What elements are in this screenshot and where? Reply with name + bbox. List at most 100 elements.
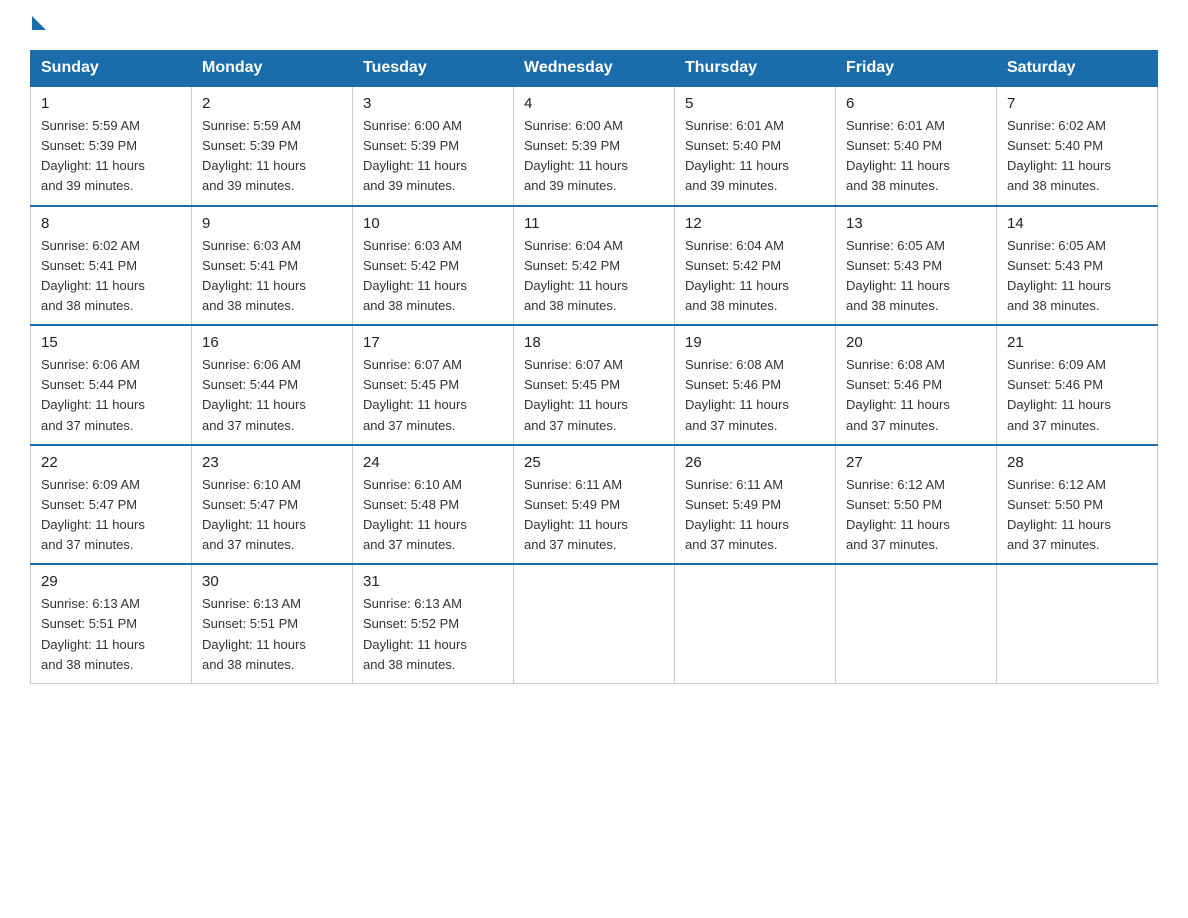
day-info: Sunrise: 6:10 AM Sunset: 5:48 PM Dayligh… bbox=[363, 475, 503, 556]
day-number: 5 bbox=[685, 95, 825, 112]
day-number: 3 bbox=[363, 95, 503, 112]
day-info: Sunrise: 6:13 AM Sunset: 5:51 PM Dayligh… bbox=[202, 594, 342, 675]
calendar-cell: 7 Sunrise: 6:02 AM Sunset: 5:40 PM Dayli… bbox=[997, 86, 1158, 206]
day-info: Sunrise: 6:12 AM Sunset: 5:50 PM Dayligh… bbox=[1007, 475, 1147, 556]
calendar-cell bbox=[514, 564, 675, 683]
day-number: 29 bbox=[41, 573, 181, 590]
day-number: 9 bbox=[202, 215, 342, 232]
calendar-cell: 27 Sunrise: 6:12 AM Sunset: 5:50 PM Dayl… bbox=[836, 445, 997, 565]
day-info: Sunrise: 6:06 AM Sunset: 5:44 PM Dayligh… bbox=[41, 355, 181, 436]
day-info: Sunrise: 6:09 AM Sunset: 5:47 PM Dayligh… bbox=[41, 475, 181, 556]
day-number: 18 bbox=[524, 334, 664, 351]
day-number: 15 bbox=[41, 334, 181, 351]
calendar-cell: 18 Sunrise: 6:07 AM Sunset: 5:45 PM Dayl… bbox=[514, 325, 675, 445]
day-info: Sunrise: 6:00 AM Sunset: 5:39 PM Dayligh… bbox=[524, 116, 664, 197]
calendar-cell bbox=[675, 564, 836, 683]
day-number: 17 bbox=[363, 334, 503, 351]
day-number: 30 bbox=[202, 573, 342, 590]
day-number: 26 bbox=[685, 454, 825, 471]
calendar-cell: 25 Sunrise: 6:11 AM Sunset: 5:49 PM Dayl… bbox=[514, 445, 675, 565]
day-number: 23 bbox=[202, 454, 342, 471]
calendar-cell: 3 Sunrise: 6:00 AM Sunset: 5:39 PM Dayli… bbox=[353, 86, 514, 206]
day-number: 7 bbox=[1007, 95, 1147, 112]
calendar-cell bbox=[836, 564, 997, 683]
day-number: 21 bbox=[1007, 334, 1147, 351]
day-info: Sunrise: 6:04 AM Sunset: 5:42 PM Dayligh… bbox=[685, 236, 825, 317]
calendar-cell: 13 Sunrise: 6:05 AM Sunset: 5:43 PM Dayl… bbox=[836, 206, 997, 326]
day-info: Sunrise: 6:08 AM Sunset: 5:46 PM Dayligh… bbox=[685, 355, 825, 436]
weekday-header-sunday: Sunday bbox=[31, 51, 192, 87]
day-number: 2 bbox=[202, 95, 342, 112]
calendar-cell: 31 Sunrise: 6:13 AM Sunset: 5:52 PM Dayl… bbox=[353, 564, 514, 683]
weekday-header-wednesday: Wednesday bbox=[514, 51, 675, 87]
day-number: 16 bbox=[202, 334, 342, 351]
weekday-header-thursday: Thursday bbox=[675, 51, 836, 87]
day-info: Sunrise: 6:07 AM Sunset: 5:45 PM Dayligh… bbox=[363, 355, 503, 436]
day-info: Sunrise: 6:00 AM Sunset: 5:39 PM Dayligh… bbox=[363, 116, 503, 197]
day-number: 25 bbox=[524, 454, 664, 471]
calendar-cell: 5 Sunrise: 6:01 AM Sunset: 5:40 PM Dayli… bbox=[675, 86, 836, 206]
day-info: Sunrise: 6:02 AM Sunset: 5:40 PM Dayligh… bbox=[1007, 116, 1147, 197]
calendar-week-row: 8 Sunrise: 6:02 AM Sunset: 5:41 PM Dayli… bbox=[31, 206, 1158, 326]
calendar-cell: 1 Sunrise: 5:59 AM Sunset: 5:39 PM Dayli… bbox=[31, 86, 192, 206]
calendar-cell: 29 Sunrise: 6:13 AM Sunset: 5:51 PM Dayl… bbox=[31, 564, 192, 683]
day-info: Sunrise: 6:08 AM Sunset: 5:46 PM Dayligh… bbox=[846, 355, 986, 436]
calendar-cell: 2 Sunrise: 5:59 AM Sunset: 5:39 PM Dayli… bbox=[192, 86, 353, 206]
day-info: Sunrise: 6:13 AM Sunset: 5:52 PM Dayligh… bbox=[363, 594, 503, 675]
day-info: Sunrise: 6:11 AM Sunset: 5:49 PM Dayligh… bbox=[524, 475, 664, 556]
calendar-cell bbox=[997, 564, 1158, 683]
calendar-week-row: 22 Sunrise: 6:09 AM Sunset: 5:47 PM Dayl… bbox=[31, 445, 1158, 565]
day-number: 19 bbox=[685, 334, 825, 351]
day-number: 14 bbox=[1007, 215, 1147, 232]
calendar-cell: 16 Sunrise: 6:06 AM Sunset: 5:44 PM Dayl… bbox=[192, 325, 353, 445]
day-number: 4 bbox=[524, 95, 664, 112]
calendar-cell: 11 Sunrise: 6:04 AM Sunset: 5:42 PM Dayl… bbox=[514, 206, 675, 326]
day-number: 10 bbox=[363, 215, 503, 232]
day-info: Sunrise: 6:01 AM Sunset: 5:40 PM Dayligh… bbox=[846, 116, 986, 197]
day-info: Sunrise: 6:04 AM Sunset: 5:42 PM Dayligh… bbox=[524, 236, 664, 317]
day-info: Sunrise: 6:07 AM Sunset: 5:45 PM Dayligh… bbox=[524, 355, 664, 436]
day-info: Sunrise: 6:11 AM Sunset: 5:49 PM Dayligh… bbox=[685, 475, 825, 556]
day-info: Sunrise: 6:01 AM Sunset: 5:40 PM Dayligh… bbox=[685, 116, 825, 197]
weekday-header-friday: Friday bbox=[836, 51, 997, 87]
day-info: Sunrise: 6:09 AM Sunset: 5:46 PM Dayligh… bbox=[1007, 355, 1147, 436]
calendar-cell: 12 Sunrise: 6:04 AM Sunset: 5:42 PM Dayl… bbox=[675, 206, 836, 326]
day-info: Sunrise: 6:10 AM Sunset: 5:47 PM Dayligh… bbox=[202, 475, 342, 556]
day-info: Sunrise: 6:02 AM Sunset: 5:41 PM Dayligh… bbox=[41, 236, 181, 317]
day-info: Sunrise: 6:06 AM Sunset: 5:44 PM Dayligh… bbox=[202, 355, 342, 436]
calendar-cell: 6 Sunrise: 6:01 AM Sunset: 5:40 PM Dayli… bbox=[836, 86, 997, 206]
day-number: 13 bbox=[846, 215, 986, 232]
day-number: 20 bbox=[846, 334, 986, 351]
day-number: 24 bbox=[363, 454, 503, 471]
day-number: 11 bbox=[524, 215, 664, 232]
day-info: Sunrise: 5:59 AM Sunset: 5:39 PM Dayligh… bbox=[202, 116, 342, 197]
calendar-cell: 19 Sunrise: 6:08 AM Sunset: 5:46 PM Dayl… bbox=[675, 325, 836, 445]
calendar-cell: 24 Sunrise: 6:10 AM Sunset: 5:48 PM Dayl… bbox=[353, 445, 514, 565]
calendar-cell: 26 Sunrise: 6:11 AM Sunset: 5:49 PM Dayl… bbox=[675, 445, 836, 565]
day-number: 6 bbox=[846, 95, 986, 112]
calendar-cell: 4 Sunrise: 6:00 AM Sunset: 5:39 PM Dayli… bbox=[514, 86, 675, 206]
calendar-table: SundayMondayTuesdayWednesdayThursdayFrid… bbox=[30, 50, 1158, 684]
calendar-cell: 8 Sunrise: 6:02 AM Sunset: 5:41 PM Dayli… bbox=[31, 206, 192, 326]
day-number: 8 bbox=[41, 215, 181, 232]
day-info: Sunrise: 5:59 AM Sunset: 5:39 PM Dayligh… bbox=[41, 116, 181, 197]
calendar-cell: 22 Sunrise: 6:09 AM Sunset: 5:47 PM Dayl… bbox=[31, 445, 192, 565]
calendar-cell: 30 Sunrise: 6:13 AM Sunset: 5:51 PM Dayl… bbox=[192, 564, 353, 683]
day-info: Sunrise: 6:05 AM Sunset: 5:43 PM Dayligh… bbox=[1007, 236, 1147, 317]
day-info: Sunrise: 6:12 AM Sunset: 5:50 PM Dayligh… bbox=[846, 475, 986, 556]
day-number: 1 bbox=[41, 95, 181, 112]
day-info: Sunrise: 6:03 AM Sunset: 5:42 PM Dayligh… bbox=[363, 236, 503, 317]
day-info: Sunrise: 6:13 AM Sunset: 5:51 PM Dayligh… bbox=[41, 594, 181, 675]
calendar-cell: 28 Sunrise: 6:12 AM Sunset: 5:50 PM Dayl… bbox=[997, 445, 1158, 565]
weekday-header-saturday: Saturday bbox=[997, 51, 1158, 87]
page-header bbox=[30, 20, 1158, 30]
calendar-cell: 17 Sunrise: 6:07 AM Sunset: 5:45 PM Dayl… bbox=[353, 325, 514, 445]
calendar-cell: 10 Sunrise: 6:03 AM Sunset: 5:42 PM Dayl… bbox=[353, 206, 514, 326]
weekday-header-monday: Monday bbox=[192, 51, 353, 87]
calendar-cell: 23 Sunrise: 6:10 AM Sunset: 5:47 PM Dayl… bbox=[192, 445, 353, 565]
day-number: 12 bbox=[685, 215, 825, 232]
calendar-week-row: 15 Sunrise: 6:06 AM Sunset: 5:44 PM Dayl… bbox=[31, 325, 1158, 445]
day-number: 22 bbox=[41, 454, 181, 471]
logo-triangle-icon bbox=[32, 16, 46, 30]
day-info: Sunrise: 6:03 AM Sunset: 5:41 PM Dayligh… bbox=[202, 236, 342, 317]
